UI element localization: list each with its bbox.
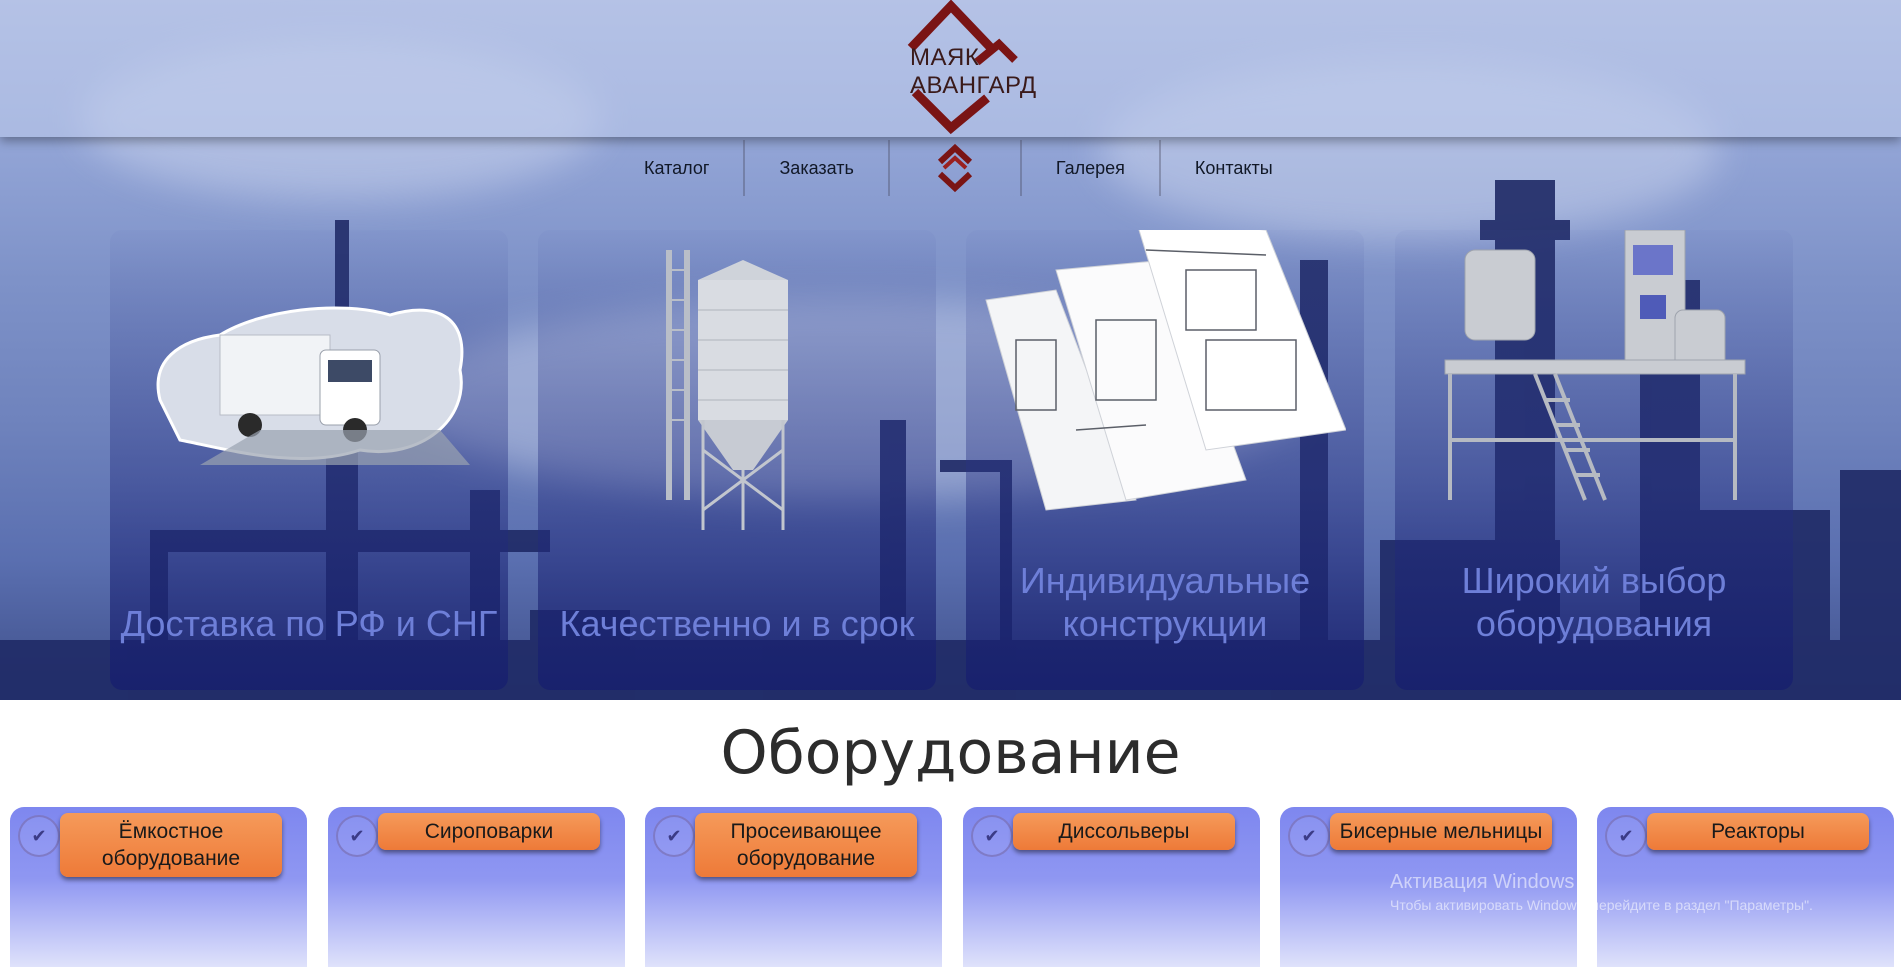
- section-title: Оборудование: [720, 718, 1181, 788]
- truck-map-icon: [156, 306, 470, 465]
- feature-title: Широкий выбор оборудования: [1461, 560, 1727, 644]
- feature-card-custom[interactable]: Индивидуальные конструкции: [966, 230, 1364, 690]
- feature-card-delivery[interactable]: Доставка по РФ и СНГ: [110, 230, 508, 690]
- category-card[interactable]: ✔ Сироповарки: [328, 807, 625, 967]
- check-icon[interactable]: ✔: [18, 815, 60, 857]
- watermark-subtitle: Чтобы активировать Windows, перейдите в …: [1390, 897, 1813, 913]
- check-icon[interactable]: ✔: [971, 815, 1013, 857]
- check-icon[interactable]: ✔: [653, 815, 695, 857]
- nav-logo-icon[interactable]: [890, 140, 1022, 196]
- feature-title: Индивидуальные конструкции: [1019, 560, 1311, 644]
- feature-title: Качественно и в срок: [559, 603, 915, 644]
- category-label: Сироповарки: [378, 813, 600, 850]
- blueprint-icon: [985, 230, 1346, 511]
- nav-catalog[interactable]: Каталог: [610, 140, 746, 196]
- main-nav: Каталог Заказать Галерея Контакты: [610, 140, 1307, 196]
- logo-text: МАЯК АВАНГАРД: [910, 44, 1037, 100]
- category-label: Реакторы: [1647, 813, 1869, 850]
- hero-banner: МАЯК АВАНГАРД Каталог Заказать Галерея К…: [0, 0, 1901, 700]
- feature-card-quality[interactable]: Качественно и в срок: [538, 230, 936, 690]
- category-card[interactable]: ✔ Просеивающее оборудование: [645, 807, 942, 967]
- silo-icon: [666, 250, 788, 530]
- windows-activation-watermark: Активация Windows Чтобы активировать Win…: [1390, 868, 1813, 914]
- category-label: Бисерные мельницы: [1330, 813, 1552, 850]
- logo-line1: МАЯК: [910, 44, 980, 71]
- category-card[interactable]: ✔ Ёмкостное оборудование: [10, 807, 307, 967]
- watermark-title: Активация Windows: [1390, 871, 1575, 893]
- category-card[interactable]: ✔ Диссольверы: [963, 807, 1260, 967]
- check-icon[interactable]: ✔: [336, 815, 378, 857]
- check-icon[interactable]: ✔: [1288, 815, 1330, 857]
- logo-line2: АВАНГАРД: [910, 72, 1037, 99]
- nav-order[interactable]: Заказать: [745, 140, 890, 196]
- category-label: Ёмкостное оборудование: [60, 813, 282, 877]
- nav-gallery[interactable]: Галерея: [1022, 140, 1161, 196]
- feature-card-range[interactable]: Широкий выбор оборудования: [1395, 230, 1793, 690]
- check-icon[interactable]: ✔: [1605, 815, 1647, 857]
- category-label: Просеивающее оборудование: [695, 813, 917, 877]
- equipment-icon: [1444, 230, 1746, 501]
- feature-title: Доставка по РФ и СНГ: [120, 603, 498, 644]
- nav-contacts[interactable]: Контакты: [1161, 140, 1307, 196]
- category-label: Диссольверы: [1013, 813, 1235, 850]
